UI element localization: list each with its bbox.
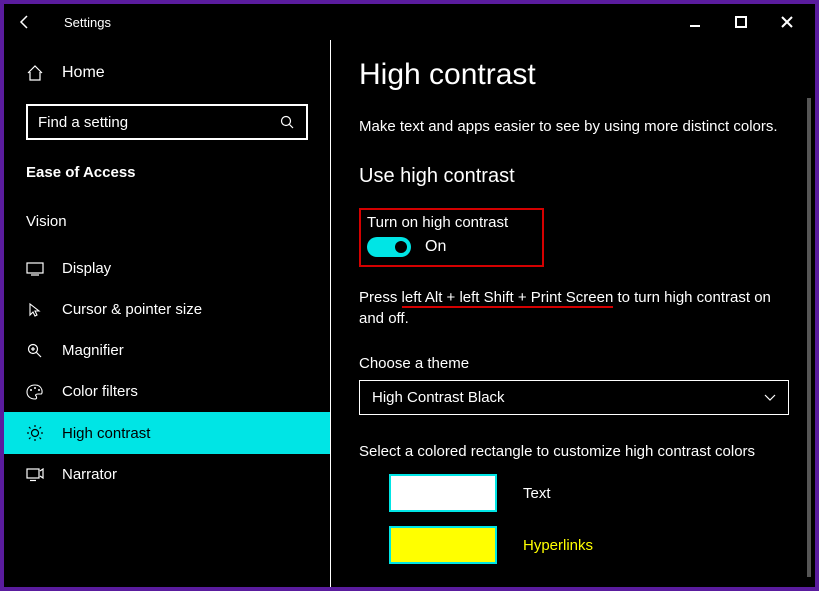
shortcut-hint: Press left Alt + left Shift + Print Scre… [359,287,789,329]
sidebar-item-label: Color filters [62,383,138,400]
sidebar-item-cursor[interactable]: Cursor & pointer size [4,289,330,330]
swatch-hyperlinks-label: Hyperlinks [523,537,593,554]
sidebar: Home Ease of Access Vision Display Curso… [4,40,331,587]
home-label: Home [62,64,105,82]
theme-value: High Contrast Black [372,389,505,406]
home-icon [26,64,44,82]
toggle-state: On [425,238,446,256]
settings-window: Settings Home [0,0,819,591]
magnifier-icon [26,343,44,359]
palette-icon [26,384,44,400]
close-button[interactable] [777,12,797,32]
titlebar: Settings [4,4,815,40]
annotation-highlight: Turn on high contrast On [359,208,544,267]
theme-label: Choose a theme [359,355,789,372]
window-title: Settings [64,15,111,30]
brightness-icon [26,424,44,442]
sidebar-item-label: Narrator [62,466,117,483]
page-title: High contrast [359,58,789,92]
category-heading: Ease of Access [4,158,330,213]
swatch-text[interactable] [389,474,497,512]
back-button[interactable] [12,9,38,35]
search-input[interactable] [38,114,278,131]
nav-list: Display Cursor & pointer size Magnifier … [4,248,330,495]
narrator-icon [26,468,44,482]
sidebar-item-narrator[interactable]: Narrator [4,454,330,495]
sidebar-item-label: Magnifier [62,342,124,359]
sidebar-item-label: Cursor & pointer size [62,301,202,318]
chevron-down-icon [764,389,776,406]
sidebar-item-display[interactable]: Display [4,248,330,289]
search-input-wrapper[interactable] [26,104,308,140]
group-label: Vision [4,213,330,248]
swatch-label: Select a colored rectangle to customize … [359,443,789,460]
sidebar-item-highcontrast[interactable]: High contrast [4,412,330,454]
shortcut-keys: left Alt + left Shift + Print Screen [402,289,614,308]
sidebar-item-colorfilters[interactable]: Color filters [4,371,330,412]
swatch-text-label: Text [523,485,551,502]
shortcut-pre: Press [359,289,402,306]
toggle-label: Turn on high contrast [367,214,508,231]
maximize-button[interactable] [731,12,751,32]
swatch-hyperlinks[interactable] [389,526,497,564]
home-link[interactable]: Home [4,58,330,96]
page-description: Make text and apps easier to see by usin… [359,118,789,135]
monitor-icon [26,262,44,276]
theme-select[interactable]: High Contrast Black [359,380,789,415]
search-icon [278,115,296,130]
sidebar-item-label: High contrast [62,425,150,442]
sidebar-item-label: Display [62,260,111,277]
sidebar-item-magnifier[interactable]: Magnifier [4,330,330,371]
content-area: High contrast Make text and apps easier … [331,40,815,587]
minimize-button[interactable] [685,12,705,32]
section-heading: Use high contrast [359,165,789,188]
high-contrast-toggle[interactable] [367,237,411,257]
scrollbar[interactable] [807,98,811,577]
cursor-icon [26,302,44,318]
